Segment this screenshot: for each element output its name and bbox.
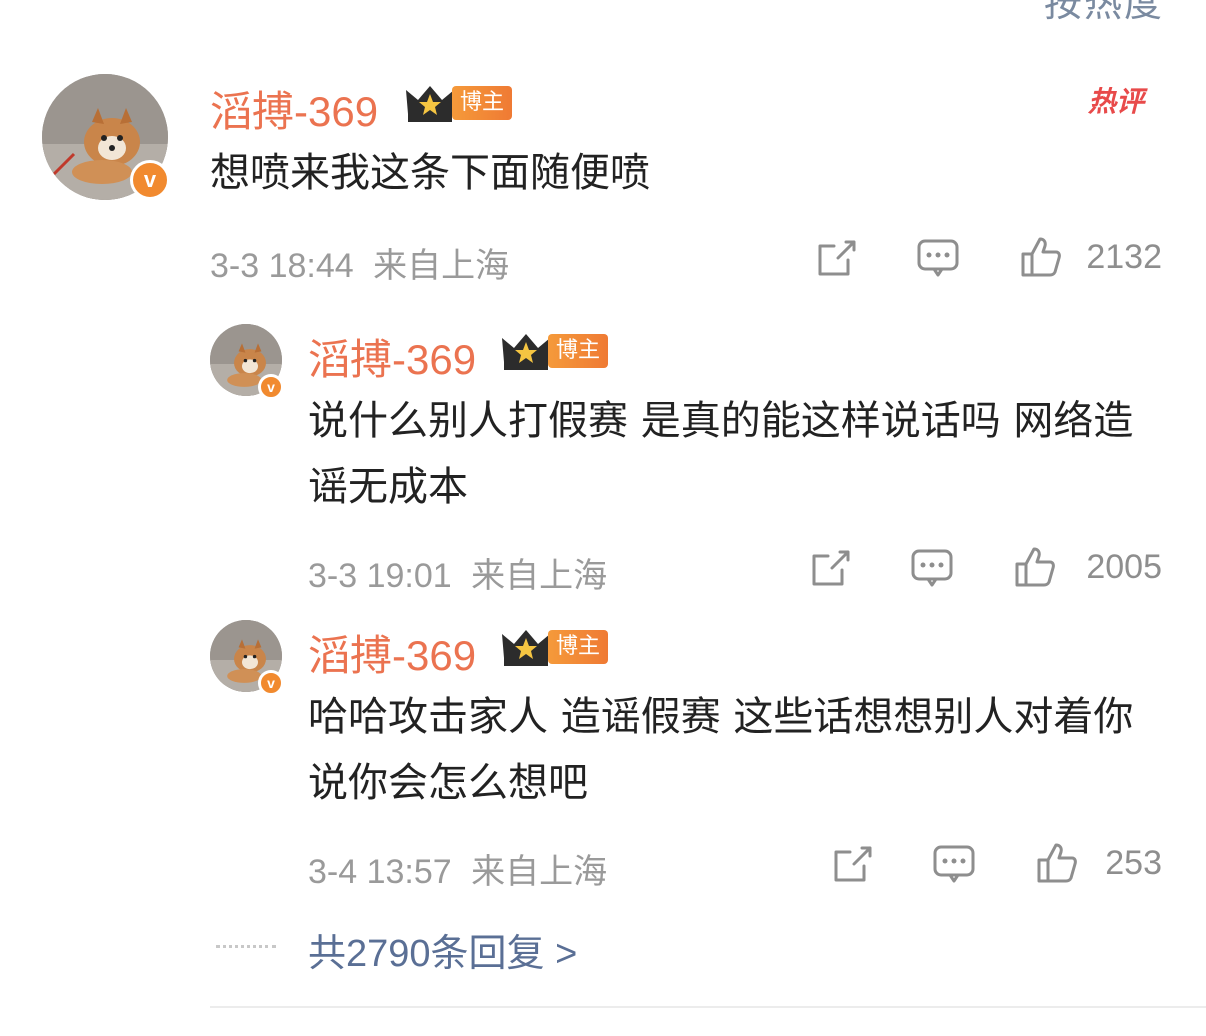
dotted-separator bbox=[216, 945, 276, 948]
comment-time: 3-3 18:44 bbox=[210, 247, 354, 285]
share-icon[interactable] bbox=[810, 548, 852, 588]
like-icon[interactable] bbox=[1020, 236, 1062, 278]
hot-comment-tag: 热评 bbox=[1088, 85, 1145, 118]
verified-v-icon: v bbox=[130, 160, 170, 200]
verified-v-icon: v bbox=[258, 374, 284, 400]
role-badge: 博主 bbox=[548, 630, 608, 664]
like-count: 253 bbox=[1105, 844, 1162, 882]
role-badge: 博主 bbox=[452, 86, 512, 120]
reply-location: 来自上海 bbox=[471, 557, 608, 595]
reply-text: 说什么别人打假赛 是真的能这样说话吗 网络造谣无成本 bbox=[308, 398, 1134, 510]
divider bbox=[210, 1006, 1206, 1008]
avatar[interactable]: v bbox=[42, 74, 170, 200]
like-count: 2005 bbox=[1086, 548, 1162, 586]
comment-location: 来自上海 bbox=[373, 247, 510, 285]
username[interactable]: 滔搏-369 bbox=[210, 78, 378, 139]
share-icon[interactable] bbox=[832, 844, 874, 884]
avatar[interactable]: v bbox=[210, 324, 284, 400]
comment-icon[interactable] bbox=[932, 844, 976, 884]
like-count: 2132 bbox=[1086, 238, 1162, 276]
comment-icon[interactable] bbox=[910, 548, 954, 588]
comment-meta: 3-3 18:44 来自上海 bbox=[210, 238, 509, 287]
reply-meta: 3-3 19:01 来自上海 bbox=[308, 548, 607, 597]
like-icon[interactable] bbox=[1014, 546, 1056, 588]
share-icon[interactable] bbox=[816, 238, 858, 278]
role-badge: 博主 bbox=[548, 334, 608, 368]
view-all-replies-link[interactable]: 共2790条回复 > bbox=[308, 922, 577, 977]
sort-by-hot-label[interactable]: 按热度 bbox=[1044, 0, 1164, 27]
username[interactable]: 滔搏-369 bbox=[308, 622, 476, 683]
reply-text: 哈哈攻击家人 造谣假赛 这些话想想别人对着你说你会怎么想吧 bbox=[308, 694, 1134, 806]
comment-text: 想喷来我这条下面随便喷 bbox=[210, 150, 650, 196]
verified-v-icon: v bbox=[258, 670, 284, 696]
reply-time: 3-3 19:01 bbox=[308, 557, 452, 595]
crown-icon bbox=[502, 630, 550, 666]
comment-icon[interactable] bbox=[916, 238, 960, 278]
reply-location: 来自上海 bbox=[471, 853, 608, 891]
username[interactable]: 滔搏-369 bbox=[308, 326, 476, 387]
crown-icon bbox=[406, 86, 454, 122]
like-icon[interactable] bbox=[1036, 842, 1078, 884]
avatar[interactable]: v bbox=[210, 620, 284, 696]
reply-meta: 3-4 13:57 来自上海 bbox=[308, 844, 607, 893]
crown-icon bbox=[502, 334, 550, 370]
reply-time: 3-4 13:57 bbox=[308, 853, 452, 891]
